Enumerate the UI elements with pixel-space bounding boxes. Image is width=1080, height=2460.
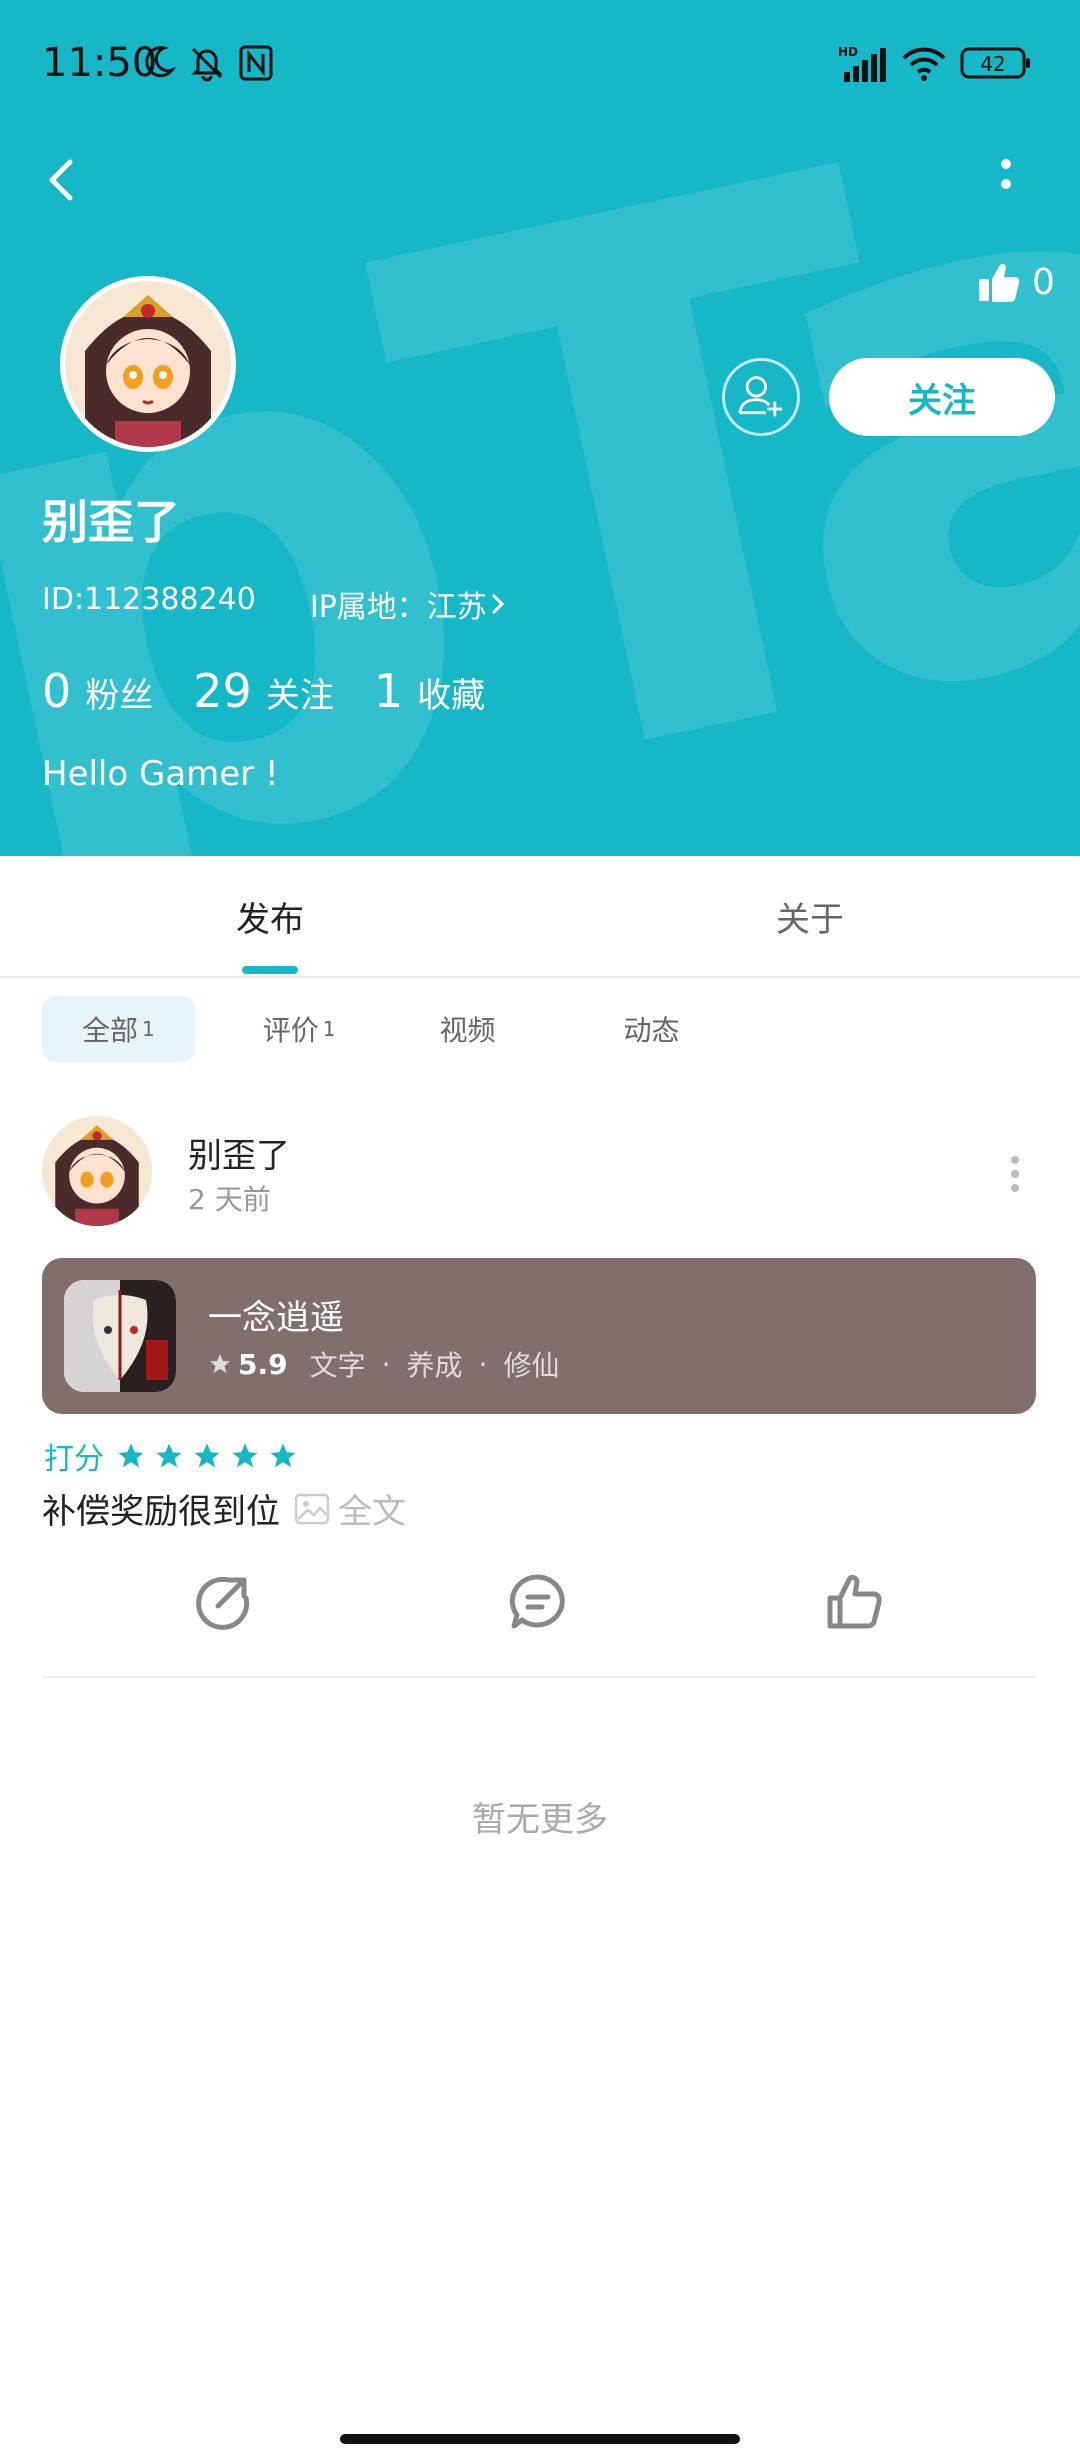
thumbs-up-icon	[979, 263, 1020, 302]
svg-text:HD: HD	[838, 45, 858, 59]
signal-icon: HD	[838, 45, 886, 82]
post-author-name[interactable]: 别歪了	[188, 1128, 290, 1177]
tab-publish[interactable]: 发布	[170, 856, 370, 976]
bell-muted-icon	[191, 47, 223, 82]
user-id: ID:112388240	[42, 582, 256, 617]
game-icon-image	[64, 1280, 176, 1392]
stat-following[interactable]: 29 关注	[193, 664, 334, 718]
like-count: 0	[1032, 261, 1055, 303]
star-icon	[232, 1443, 258, 1468]
filter-chips: 全部 1 评价 1 视频 动态	[42, 996, 680, 1062]
game-tag: 修仙	[503, 1349, 560, 1382]
like-icon[interactable]	[824, 1572, 884, 1632]
status-bar: 11:50 HD 42	[0, 0, 1080, 136]
post-divider	[42, 1676, 1036, 1678]
filter-label: 全部	[82, 1014, 139, 1047]
star-icon	[156, 1443, 182, 1468]
back-arrow-icon[interactable]	[38, 150, 88, 210]
follow-button[interactable]: 关注	[829, 358, 1055, 436]
stat-label: 收藏	[417, 676, 486, 716]
share-icon[interactable]	[192, 1572, 252, 1632]
profile-bio: Hello Gamer !	[42, 754, 279, 794]
stat-label: 粉丝	[85, 676, 154, 716]
stat-number: 29	[193, 664, 252, 718]
tab-about[interactable]: 关于	[710, 856, 910, 976]
filter-all[interactable]: 全部 1	[42, 996, 195, 1062]
stat-number: 1	[373, 664, 404, 718]
full-text-link[interactable]: 全文	[338, 1484, 406, 1533]
profile-id-line: ID:112388240 IP属地：江苏	[42, 582, 509, 626]
post-more-icon[interactable]	[1000, 1150, 1030, 1200]
active-tab-indicator	[242, 966, 298, 974]
nfc-icon	[239, 45, 273, 81]
image-icon	[294, 1493, 330, 1524]
tag-separator: ·	[478, 1347, 488, 1381]
star-icon	[210, 1354, 230, 1373]
game-tag: 养成	[406, 1349, 463, 1382]
battery-level: 42	[980, 52, 1005, 76]
rating-label: 打分	[44, 1442, 104, 1477]
profile-avatar[interactable]	[60, 276, 236, 452]
post-rating: 打分	[44, 1434, 306, 1478]
profile-header: pTa 11:50 HD 42 0 关注 别歪了 ID:112388240 IP…	[0, 0, 1080, 856]
add-friend-icon[interactable]	[722, 358, 800, 436]
comment-icon[interactable]	[508, 1572, 568, 1632]
post-author-avatar[interactable]	[42, 1116, 152, 1226]
avatar-image	[65, 281, 231, 447]
review-text-line[interactable]: 补偿奖励很到位 全文	[42, 1484, 406, 1533]
game-meta: 5.9 文字 · 养成 · 修仙	[208, 1344, 559, 1384]
filter-count: 1	[322, 1017, 336, 1041]
star-icon	[194, 1443, 220, 1468]
game-name: 一念逍遥	[208, 1298, 344, 1338]
avatar-image	[42, 1116, 152, 1226]
filter-label: 动态	[623, 1014, 680, 1047]
stat-label: 关注	[265, 676, 334, 716]
tag-separator: ·	[381, 1347, 391, 1381]
chevron-right-icon	[491, 593, 504, 615]
stat-number: 0	[42, 664, 72, 718]
stat-followers[interactable]: 0 粉丝	[42, 664, 153, 718]
post-time: 2 天前	[188, 1183, 271, 1216]
filter-label: 评价	[262, 1014, 319, 1047]
filter-label: 视频	[439, 1014, 496, 1047]
review-text: 补偿奖励很到位	[42, 1492, 280, 1532]
game-icon	[64, 1280, 176, 1392]
moon-icon	[145, 46, 176, 78]
no-more-text: 暂无更多	[472, 1800, 608, 1840]
ip-location[interactable]: IP属地：江苏	[310, 582, 509, 626]
profile-name: 别歪了	[42, 495, 180, 549]
home-indicator[interactable]	[340, 2434, 740, 2444]
ip-location-text: IP属地：江苏	[309, 590, 487, 625]
profile-stats: 0 粉丝 29 关注 1 收藏	[42, 664, 525, 718]
wifi-icon	[902, 47, 946, 81]
star-icon	[118, 1443, 144, 1468]
filter-videos[interactable]: 视频	[440, 996, 496, 1062]
profile-tabs: 发布 关于	[0, 856, 1080, 978]
more-options-icon[interactable]	[990, 150, 1030, 210]
game-card[interactable]: 一念逍遥 5.9 文字 · 养成 · 修仙	[42, 1258, 1036, 1414]
game-score: 5.9	[238, 1347, 288, 1381]
star-icon	[270, 1443, 296, 1468]
stat-favorites[interactable]: 1 收藏	[374, 664, 485, 718]
filter-moments[interactable]: 动态	[624, 996, 680, 1062]
battery-icon: 42	[960, 47, 1030, 79]
filter-count: 1	[142, 1017, 155, 1041]
like-count-area[interactable]: 0	[976, 254, 1055, 310]
game-tag: 文字	[309, 1349, 366, 1382]
post-actions	[42, 1572, 1036, 1642]
filter-reviews[interactable]: 评价 1	[263, 996, 336, 1062]
